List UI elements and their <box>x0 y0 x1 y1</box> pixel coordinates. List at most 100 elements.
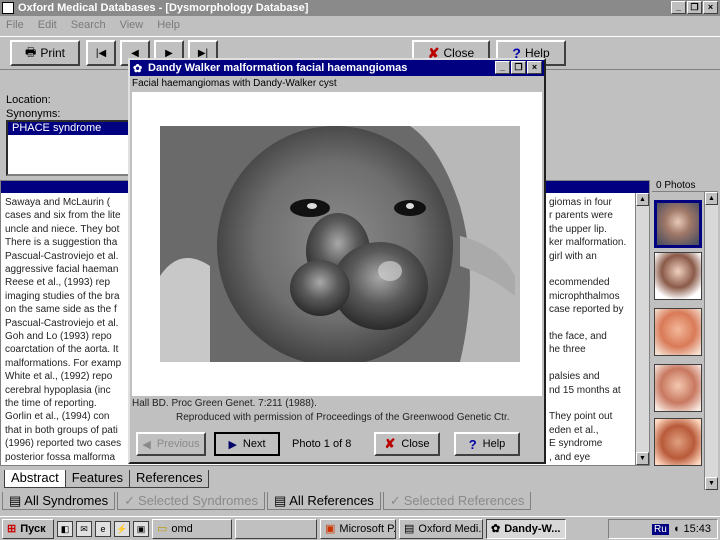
print-button[interactable]: 🖶 Print <box>10 40 80 66</box>
main-titlebar: Oxford Medical Databases - [Dysmorpholog… <box>0 0 720 16</box>
abstract-line: malformations. For examp <box>5 357 122 369</box>
abstract-line-end: nd 15 months at <box>549 384 621 396</box>
printer-icon: 🖶 <box>24 44 37 59</box>
tab-all-references[interactable]: ▤ All References <box>266 492 381 510</box>
window-title: Oxford Medical Databases - [Dysmorpholog… <box>18 2 309 14</box>
photo-dialog: ✿ Dandy Walker malformation facial haema… <box>128 58 546 464</box>
tab-selected-syndromes-label: Selected Syndromes <box>138 492 258 508</box>
tab-abstract[interactable]: Abstract <box>4 470 66 488</box>
close-window-button[interactable]: × <box>703 1 718 14</box>
task-blank[interactable] <box>235 518 317 539</box>
abstract-line-end: , and eye <box>549 451 591 463</box>
clock: 15:43 <box>683 523 711 535</box>
abstract-line-end: he three <box>549 344 586 356</box>
photo-area <box>132 92 542 396</box>
abstract-line-end: ker malformation. <box>549 237 627 249</box>
previous-photo-button[interactable]: ◀ Previous <box>136 432 206 456</box>
task-powerpoint-label: Microsoft P... <box>339 522 396 535</box>
language-indicator[interactable]: Ru <box>652 523 669 535</box>
photo-thumbnail[interactable] <box>654 364 702 412</box>
abstract-line: Gorlin et al., (1994) con <box>5 411 110 423</box>
next-photo-button[interactable]: ▶ Next <box>214 432 280 456</box>
abstract-line-end: girl with an <box>549 250 597 262</box>
print-label: Print <box>40 46 65 60</box>
window-icon[interactable]: ▣ <box>133 520 149 537</box>
dialog-maximize-button[interactable]: ❐ <box>511 61 526 74</box>
dialog-help-label: Help <box>482 438 506 450</box>
abstract-line: cerebral hypoplasia (inc <box>5 384 111 396</box>
photo-permission: Reproduced with permission of Proceeding… <box>176 412 510 423</box>
photos-scroll-up[interactable]: ▲ <box>705 192 718 205</box>
dialog-close-label: Close <box>401 438 430 450</box>
photos-panel: 0 Photos ▲ ▼ <box>652 180 720 490</box>
restore-button[interactable]: ❐ <box>687 1 702 14</box>
abstract-line: cases and six from the lite <box>5 210 121 222</box>
scroll-up-arrow[interactable]: ▲ <box>636 193 649 206</box>
tab-all-syndromes[interactable]: ▤ All Syndromes <box>2 492 116 510</box>
app-icon <box>2 2 14 14</box>
abstract-line: coarctation of the aorta. It <box>5 344 119 356</box>
checklist-icon: ✓ <box>124 492 136 508</box>
tab-features[interactable]: Features <box>64 470 130 488</box>
abstract-line-end: r parents were <box>549 210 613 222</box>
photo-thumbnail[interactable] <box>654 418 702 466</box>
question-icon: ? <box>468 436 477 452</box>
desktop-icon[interactable]: ◧ <box>57 520 73 537</box>
start-button[interactable]: ⊞ Пуск <box>2 518 54 539</box>
menu-edit[interactable]: Edit <box>38 16 57 34</box>
tab-selected-syndromes[interactable]: ✓ Selected Syndromes <box>117 492 265 510</box>
task-dandy-walker[interactable]: ✿ Dandy-W... <box>486 518 566 539</box>
arrow-right-icon: ▶ <box>228 438 237 451</box>
dialog-close-button[interactable]: ✘ Close <box>374 432 440 456</box>
menu-help[interactable]: Help <box>157 16 180 34</box>
photo-thumbnail[interactable] <box>654 252 702 300</box>
text-scrollbar[interactable]: ▲ ▼ <box>635 193 649 465</box>
abstract-line-end: case reported by <box>549 304 624 316</box>
photos-scroll-down[interactable]: ▼ <box>705 477 718 490</box>
dialog-close-x-button[interactable]: × <box>527 61 542 74</box>
launch-icon[interactable]: ⚡ <box>114 520 130 537</box>
database-tabs: ▤ All Syndromes ✓ Selected Syndromes ▤ All … <box>0 492 720 512</box>
task-oxford[interactable]: ▤ Oxford Medi... <box>399 518 483 539</box>
dialog-minimize-button[interactable]: _ <box>495 61 510 74</box>
abstract-line: Reese et al., (1993) rep <box>5 277 111 289</box>
photo-thumbnail[interactable] <box>654 308 702 356</box>
tab-references[interactable]: References <box>129 470 210 488</box>
abstract-line: There is a suggestion tha <box>5 237 118 249</box>
abstract-line: Goh and Lo (1993) repo <box>5 331 112 342</box>
next-photo-label: Next <box>242 438 266 450</box>
synonyms-label: Synonyms: <box>6 108 61 120</box>
mail-icon[interactable]: ✉ <box>76 520 92 537</box>
abstract-line: Sawaya and McLaurin ( <box>5 197 111 208</box>
abstract-line-end: E syndrome <box>549 438 603 450</box>
menu-bar: File Edit Search View Help <box>0 16 720 34</box>
arrow-left-icon: ◀ <box>142 438 151 451</box>
photo-reference: Hall BD. Proc Green Genet. 7:211 (1988). <box>132 398 317 409</box>
folder-icon: ▭ <box>157 523 168 535</box>
synonyms-list[interactable]: PHACE syndrome <box>6 120 134 176</box>
abstract-line: on the same side as the f <box>5 304 117 316</box>
abstract-line: Pascual-Castroviejo et al. <box>5 317 119 329</box>
browser-icon[interactable]: e <box>95 520 111 537</box>
synonym-item[interactable]: PHACE syndrome <box>8 122 132 135</box>
dialog-help-button[interactable]: ? Help <box>454 432 520 456</box>
first-record-button[interactable]: |◀ <box>86 40 116 66</box>
previous-photo-label: Previous <box>156 438 200 450</box>
volume-icon[interactable]: ◖ <box>673 523 680 535</box>
abstract-line: (1996) reported two cases <box>5 438 122 450</box>
task-powerpoint[interactable]: ▣ Microsoft P... <box>320 518 396 539</box>
clinical-photo <box>160 126 520 362</box>
abstract-line-end: microphthalmos <box>549 290 620 302</box>
tab-all-references-label: All References <box>289 492 374 508</box>
menu-view[interactable]: View <box>120 16 144 34</box>
x-icon: ✘ <box>384 436 396 451</box>
menu-search[interactable]: Search <box>71 16 106 34</box>
tab-selected-references[interactable]: ✓ Selected References <box>382 492 532 510</box>
minimize-button[interactable]: _ <box>671 1 686 14</box>
taskbar: ⊞ Пуск ◧ ✉ e ⚡ ▣ ▭ omd ▣ Microsoft P... … <box>0 516 720 540</box>
photos-scrollbar[interactable]: ▲ ▼ <box>704 192 718 490</box>
scroll-down-arrow[interactable]: ▼ <box>636 452 649 465</box>
photo-thumbnail[interactable] <box>654 200 702 248</box>
menu-file[interactable]: File <box>6 16 24 34</box>
task-omd[interactable]: ▭ omd <box>152 518 232 539</box>
